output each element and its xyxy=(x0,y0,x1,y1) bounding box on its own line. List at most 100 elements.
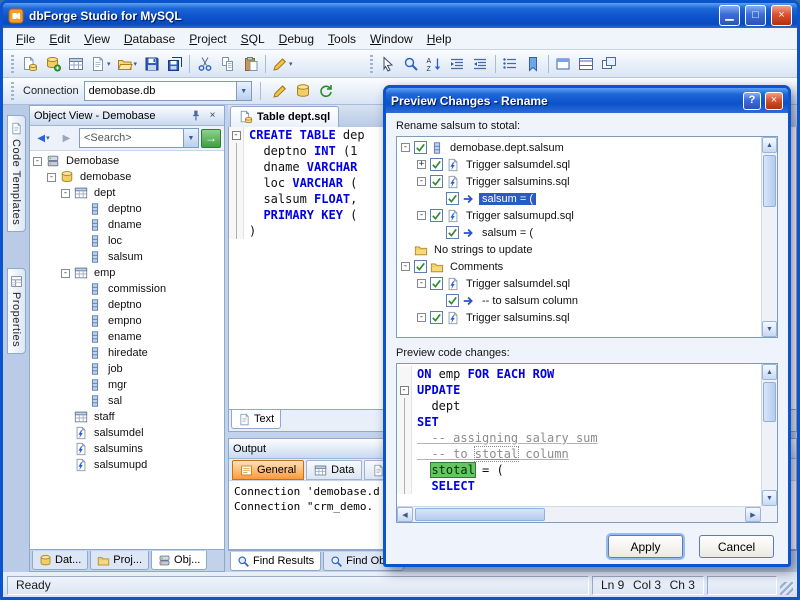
tree-item-job[interactable]: job xyxy=(30,361,224,377)
rename-tree-item[interactable]: salsum = ( xyxy=(397,224,761,241)
tree-item-commission[interactable]: commission xyxy=(30,281,224,297)
checkbox-checked-icon[interactable] xyxy=(414,141,427,154)
toolbar-grip[interactable] xyxy=(370,55,373,73)
object-view-tree[interactable]: -Demobase-demobase-deptdeptnodnamelocsal… xyxy=(30,151,224,549)
menu-database[interactable]: Database xyxy=(117,29,182,49)
tree-item-mgr[interactable]: mgr xyxy=(30,377,224,393)
tab-proj[interactable]: Proj... xyxy=(90,551,149,570)
checkbox-checked-icon[interactable] xyxy=(430,175,443,188)
collapse-icon[interactable]: - xyxy=(401,262,410,271)
checkbox-checked-icon[interactable] xyxy=(430,209,443,222)
rename-tree-item[interactable]: -- to salsum column xyxy=(397,292,761,309)
horizontal-scrollbar[interactable]: ◀ ▶ xyxy=(397,506,761,522)
checkbox-checked-icon[interactable] xyxy=(430,311,443,324)
scrollbar-thumb[interactable] xyxy=(763,155,776,207)
rename-tree-item[interactable]: +Trigger salsumdel.sql xyxy=(397,156,761,173)
format-button[interactable]: ▾ xyxy=(269,53,296,75)
tab-find-results[interactable]: Find Results xyxy=(230,552,321,571)
scrollbar-thumb[interactable] xyxy=(763,382,776,422)
menu-debug[interactable]: Debug xyxy=(272,29,321,49)
tree-item-demobase[interactable]: -demobase xyxy=(30,169,224,185)
cancel-button[interactable]: Cancel xyxy=(699,535,774,558)
refresh-button[interactable] xyxy=(315,80,338,102)
save-all-button[interactable] xyxy=(163,53,186,75)
tree-item-hiredate[interactable]: hiredate xyxy=(30,345,224,361)
search-go-button[interactable]: → xyxy=(201,129,221,148)
rename-tree[interactable]: -demobase.dept.salsum+Trigger salsumdel.… xyxy=(397,137,761,337)
title-bar[interactable]: dbForge Studio for MySQL ▁ □ × xyxy=(3,3,797,28)
save-button[interactable] xyxy=(140,53,163,75)
collapse-icon[interactable]: - xyxy=(417,279,426,288)
scrollbar-track[interactable] xyxy=(762,153,777,321)
paste-button[interactable] xyxy=(239,53,262,75)
preview-code[interactable]: ON emp FOR EACH ROW-UPDATE deptSET -- as… xyxy=(397,364,761,506)
tree-item-deptno[interactable]: deptno xyxy=(30,201,224,217)
tab-obj[interactable]: Obj... xyxy=(151,551,207,570)
scroll-down-icon[interactable]: ▼ xyxy=(762,490,777,506)
checkbox-checked-icon[interactable] xyxy=(446,294,459,307)
collapse-icon[interactable]: - xyxy=(61,269,70,278)
chevron-down-icon[interactable]: ▼ xyxy=(236,82,251,100)
tree-item-empno[interactable]: empno xyxy=(30,313,224,329)
toolbar-grip[interactable] xyxy=(11,82,14,100)
new-window-button[interactable] xyxy=(552,53,575,75)
rename-tree-item[interactable]: salsum = ( xyxy=(397,190,761,207)
menu-file[interactable]: File xyxy=(9,29,42,49)
minimize-button[interactable]: ▁ xyxy=(719,5,740,26)
tab-table-dept-sql[interactable]: Table dept.sql xyxy=(230,106,339,127)
toolbar-grip[interactable] xyxy=(11,55,14,73)
menu-edit[interactable]: Edit xyxy=(42,29,77,49)
cut-button[interactable] xyxy=(193,53,216,75)
fold-collapse-icon[interactable]: - xyxy=(400,386,409,395)
scroll-up-icon[interactable]: ▲ xyxy=(762,364,777,380)
scroll-right-icon[interactable]: ▶ xyxy=(745,507,761,522)
new-table-button[interactable] xyxy=(64,53,87,75)
tree-item-salsumdel[interactable]: salsumdel xyxy=(30,425,224,441)
scrollbar-thumb[interactable] xyxy=(415,508,545,521)
open-file-button[interactable]: ▾ xyxy=(114,53,141,75)
new-connection-button[interactable] xyxy=(41,53,64,75)
menu-tools[interactable]: Tools xyxy=(321,29,363,49)
forward-button[interactable]: ▶ xyxy=(56,129,77,148)
side-tab-code-templates[interactable]: Code Templates xyxy=(7,115,26,232)
checkbox-checked-icon[interactable] xyxy=(430,277,443,290)
collapse-icon[interactable]: - xyxy=(401,143,410,152)
collapse-icon[interactable]: - xyxy=(33,157,42,166)
tree-item-staff[interactable]: staff xyxy=(30,409,224,425)
chevron-down-icon[interactable]: ▼ xyxy=(183,129,198,147)
chevron-down-icon[interactable]: ▾ xyxy=(134,60,138,68)
checkbox-checked-icon[interactable] xyxy=(414,260,427,273)
collapse-icon[interactable]: - xyxy=(47,173,56,182)
fold-collapse-icon[interactable]: - xyxy=(232,131,241,140)
sort-az-button[interactable]: AZ xyxy=(423,53,446,75)
collapse-icon[interactable]: - xyxy=(417,211,426,220)
close-icon[interactable]: × xyxy=(205,109,220,123)
rename-tree-item[interactable]: -Trigger salsumdel.sql xyxy=(397,275,761,292)
menu-window[interactable]: Window xyxy=(363,29,420,49)
find-button[interactable] xyxy=(400,53,423,75)
rename-tree-item[interactable]: -Trigger salsumupd.sql xyxy=(397,207,761,224)
menu-sql[interactable]: SQL xyxy=(234,29,272,49)
collapse-icon[interactable]: - xyxy=(417,313,426,322)
checkbox-checked-icon[interactable] xyxy=(446,226,459,239)
apply-button[interactable]: Apply xyxy=(608,535,683,558)
tree-item-emp[interactable]: -emp xyxy=(30,265,224,281)
split-window-button[interactable] xyxy=(575,53,598,75)
scroll-left-icon[interactable]: ◀ xyxy=(397,507,413,522)
tree-item-loc[interactable]: loc xyxy=(30,233,224,249)
side-tab-properties[interactable]: Properties xyxy=(7,268,26,354)
tree-item-salsumins[interactable]: salsumins xyxy=(30,441,224,457)
rename-tree-item[interactable]: -Trigger salsumins.sql xyxy=(397,173,761,190)
tree-item-Demobase[interactable]: -Demobase xyxy=(30,153,224,169)
back-button[interactable]: ◀▾ xyxy=(33,129,54,148)
checkbox-checked-icon[interactable] xyxy=(446,192,459,205)
menu-help[interactable]: Help xyxy=(420,29,459,49)
chevron-down-icon[interactable]: ▾ xyxy=(107,60,111,68)
output-tab-data[interactable]: Data xyxy=(306,460,362,480)
output-tab-general[interactable]: General xyxy=(232,460,304,480)
select-pointer-button[interactable] xyxy=(377,53,400,75)
rename-tree-item[interactable]: -Trigger salsumins.sql xyxy=(397,309,761,326)
collapse-icon[interactable]: - xyxy=(417,177,426,186)
dialog-close-button[interactable]: × xyxy=(765,92,783,110)
outdent-button[interactable] xyxy=(469,53,492,75)
